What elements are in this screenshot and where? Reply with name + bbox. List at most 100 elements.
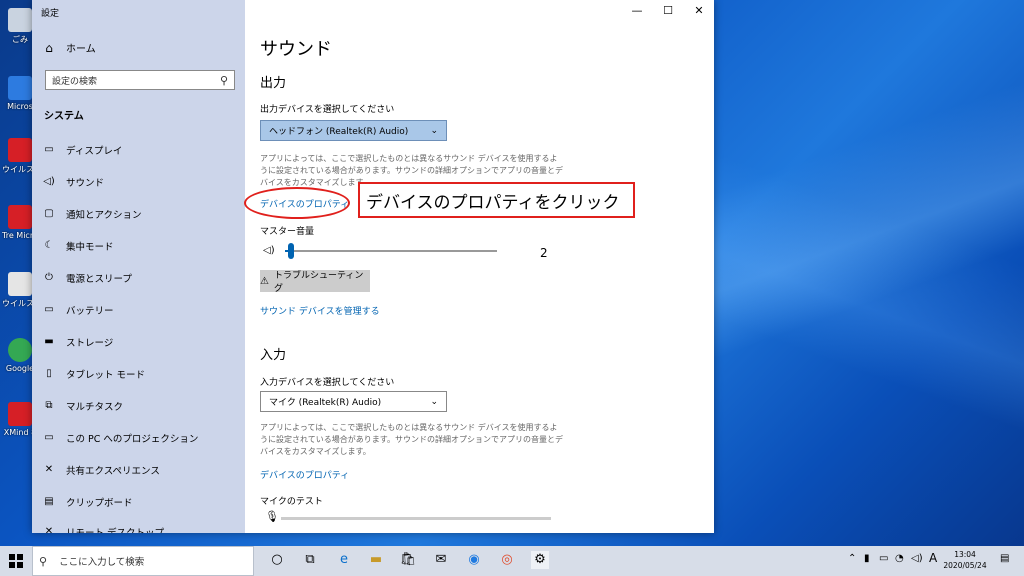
sidebar-item-label: マルチタスク xyxy=(66,402,124,413)
input-device-dropdown[interactable]: マイク (Realtek(R) Audio) ⌄ xyxy=(260,391,447,412)
share-icon: ✕ xyxy=(44,464,54,475)
manage-sound-devices-link[interactable]: サウンド デバイスを管理する xyxy=(260,304,380,317)
chrome-icon[interactable]: ◎ xyxy=(498,551,516,569)
sidebar-item-label: クリップボード xyxy=(66,498,133,509)
microphone-tray-icon[interactable]: ▮ xyxy=(864,553,870,564)
sidebar-item-notifications[interactable]: ▢ 通知とアクション xyxy=(42,206,142,222)
sidebar-item-projection[interactable]: ▭ この PC へのプロジェクション xyxy=(42,430,198,446)
sidebar-item-remote-desktop[interactable]: ✕ リモート デスクトップ xyxy=(42,524,164,533)
settings-sidebar: 設定 ⌂ ホーム 設定の検索 ⚲ システム ▭ ディスプレイ ◁) サウンド ▢… xyxy=(32,0,245,533)
speaker-icon: ◁) xyxy=(263,245,275,256)
master-volume-slider[interactable]: ◁) xyxy=(263,243,553,259)
moon-icon: ☾ xyxy=(44,240,54,251)
battery-tray-icon[interactable]: ▭ xyxy=(879,553,888,564)
clock-time: 13:04 xyxy=(954,550,976,559)
taskbar-clock[interactable]: 13:04 2020/05/24 xyxy=(942,549,988,571)
notification-icon: ▢ xyxy=(44,208,54,219)
sidebar-item-clipboard[interactable]: ▤ クリップボード xyxy=(42,494,133,510)
multitask-icon: ⧉ xyxy=(45,400,53,411)
settings-search-input[interactable]: 設定の検索 ⚲ xyxy=(45,70,235,90)
chevron-down-icon: ⌄ xyxy=(430,125,438,136)
sidebar-section-title: システム xyxy=(44,111,84,122)
display-icon: ▭ xyxy=(44,144,54,155)
output-device-dropdown[interactable]: ヘッドフォン (Realtek(R) Audio) ⌄ xyxy=(260,120,447,141)
annotation-callout: デバイスのプロパティをクリック xyxy=(358,182,635,218)
browser-icon[interactable]: ◉ xyxy=(465,551,483,569)
sidebar-item-label: タブレット モード xyxy=(66,370,146,381)
storage-icon: ▬ xyxy=(44,336,54,347)
sidebar-item-label: 共有エクスペリエンス xyxy=(66,466,160,477)
sidebar-item-power-sleep[interactable]: ⏻ 電源とスリープ xyxy=(42,270,132,286)
volume-track xyxy=(285,250,497,252)
taskbar-search-input[interactable]: ⚲ ここに入力して検索 xyxy=(32,546,254,576)
settings-gear-icon[interactable]: ⚙ xyxy=(531,551,549,569)
sound-settings-content: サウンド 出力 出力デバイスを選択してください ヘッドフォン (Realtek(… xyxy=(245,0,714,533)
sidebar-item-display[interactable]: ▭ ディスプレイ xyxy=(42,142,122,158)
master-volume-label: マスター音量 xyxy=(260,227,315,237)
sidebar-item-focus-assist[interactable]: ☾ 集中モード xyxy=(42,238,114,254)
search-icon: ⚲ xyxy=(39,554,48,568)
nav-home-label: ホーム xyxy=(66,44,96,55)
page-title: サウンド xyxy=(260,39,332,60)
volume-thumb[interactable] xyxy=(288,243,295,259)
sidebar-item-label: ディスプレイ xyxy=(66,146,123,157)
volume-tray-icon[interactable]: ◁) xyxy=(911,553,923,564)
speaker-icon: ◁) xyxy=(43,176,55,187)
sidebar-item-label: バッテリー xyxy=(66,306,114,317)
edge-icon[interactable]: e xyxy=(335,551,353,569)
desktop-icon-image xyxy=(8,8,32,32)
window-title: 設定 xyxy=(41,9,60,19)
sidebar-item-label: サウンド xyxy=(66,178,105,189)
desktop-wallpaper xyxy=(700,0,1024,545)
output-heading: 出力 xyxy=(260,76,287,91)
chevron-up-icon[interactable]: ⌃ xyxy=(848,553,856,564)
sidebar-item-multitasking[interactable]: ⧉ マルチタスク xyxy=(42,398,123,414)
mic-level-meter xyxy=(281,517,551,520)
tablet-icon: ▯ xyxy=(46,368,52,379)
settings-window: 設定 ⌂ ホーム 設定の検索 ⚲ システム ▭ ディスプレイ ◁) サウンド ▢… xyxy=(32,0,714,533)
projection-icon: ▭ xyxy=(44,432,54,443)
store-icon[interactable]: 🛍 xyxy=(399,551,417,569)
input-description: アプリによっては、ここで選択したものとは異なるサウンド デバイスを使用するように… xyxy=(260,423,563,456)
network-icon[interactable]: ◔ xyxy=(895,553,904,564)
remote-icon: ✕ xyxy=(44,526,54,533)
input-device-label: 入力デバイスを選択してください xyxy=(260,378,395,388)
mail-icon[interactable]: ✉ xyxy=(432,551,450,569)
clipboard-icon: ▤ xyxy=(44,496,54,507)
cortana-icon[interactable]: ○ xyxy=(268,551,286,569)
warning-icon: ⚠ xyxy=(260,275,269,287)
file-explorer-icon[interactable]: ▬ xyxy=(367,551,385,569)
troubleshoot-button[interactable]: ⚠ トラブルシューティング xyxy=(260,270,370,294)
master-volume-value: 2 xyxy=(540,246,548,260)
sidebar-item-label: 電源とスリープ xyxy=(66,274,132,285)
sidebar-item-tablet-mode[interactable]: ▯ タブレット モード xyxy=(42,366,145,382)
notification-center-icon[interactable]: ▤ xyxy=(1000,553,1009,564)
output-device-value: ヘッドフォン (Realtek(R) Audio) xyxy=(269,127,409,137)
taskbar-search-placeholder: ここに入力して検索 xyxy=(59,557,145,568)
sidebar-item-storage[interactable]: ▬ ストレージ xyxy=(42,334,113,350)
input-device-properties-link[interactable]: デバイスのプロパティ xyxy=(260,468,349,481)
sidebar-item-shared-experiences[interactable]: ✕ 共有エクスペリエンス xyxy=(42,462,160,478)
troubleshoot-label: トラブルシューティング xyxy=(273,271,364,294)
power-icon: ⏻ xyxy=(45,272,53,283)
nav-home[interactable]: ⌂ ホーム xyxy=(42,40,96,56)
sidebar-item-label: リモート デスクトップ xyxy=(66,525,164,533)
annotation-highlight-ellipse xyxy=(244,187,350,219)
task-view-icon[interactable]: ⧉ xyxy=(301,551,319,569)
clock-date: 2020/05/24 xyxy=(943,561,987,570)
sidebar-item-label: 集中モード xyxy=(66,242,114,253)
output-device-label: 出力デバイスを選択してください xyxy=(260,105,395,115)
start-button[interactable] xyxy=(0,546,32,576)
sidebar-item-label: 通知とアクション xyxy=(66,210,142,221)
mic-test-label: マイクのテスト xyxy=(260,497,323,507)
sidebar-item-label: ストレージ xyxy=(66,338,114,349)
input-heading: 入力 xyxy=(260,348,287,363)
search-icon: ⚲ xyxy=(219,73,228,87)
ime-indicator[interactable]: A xyxy=(929,551,937,565)
settings-search-placeholder: 設定の検索 xyxy=(52,76,98,87)
sidebar-item-battery[interactable]: ▭ バッテリー xyxy=(42,302,114,318)
battery-icon: ▭ xyxy=(44,304,54,315)
windows-logo-icon xyxy=(9,554,23,568)
input-device-value: マイク (Realtek(R) Audio) xyxy=(269,398,382,408)
sidebar-item-sound[interactable]: ◁) サウンド xyxy=(42,174,104,190)
